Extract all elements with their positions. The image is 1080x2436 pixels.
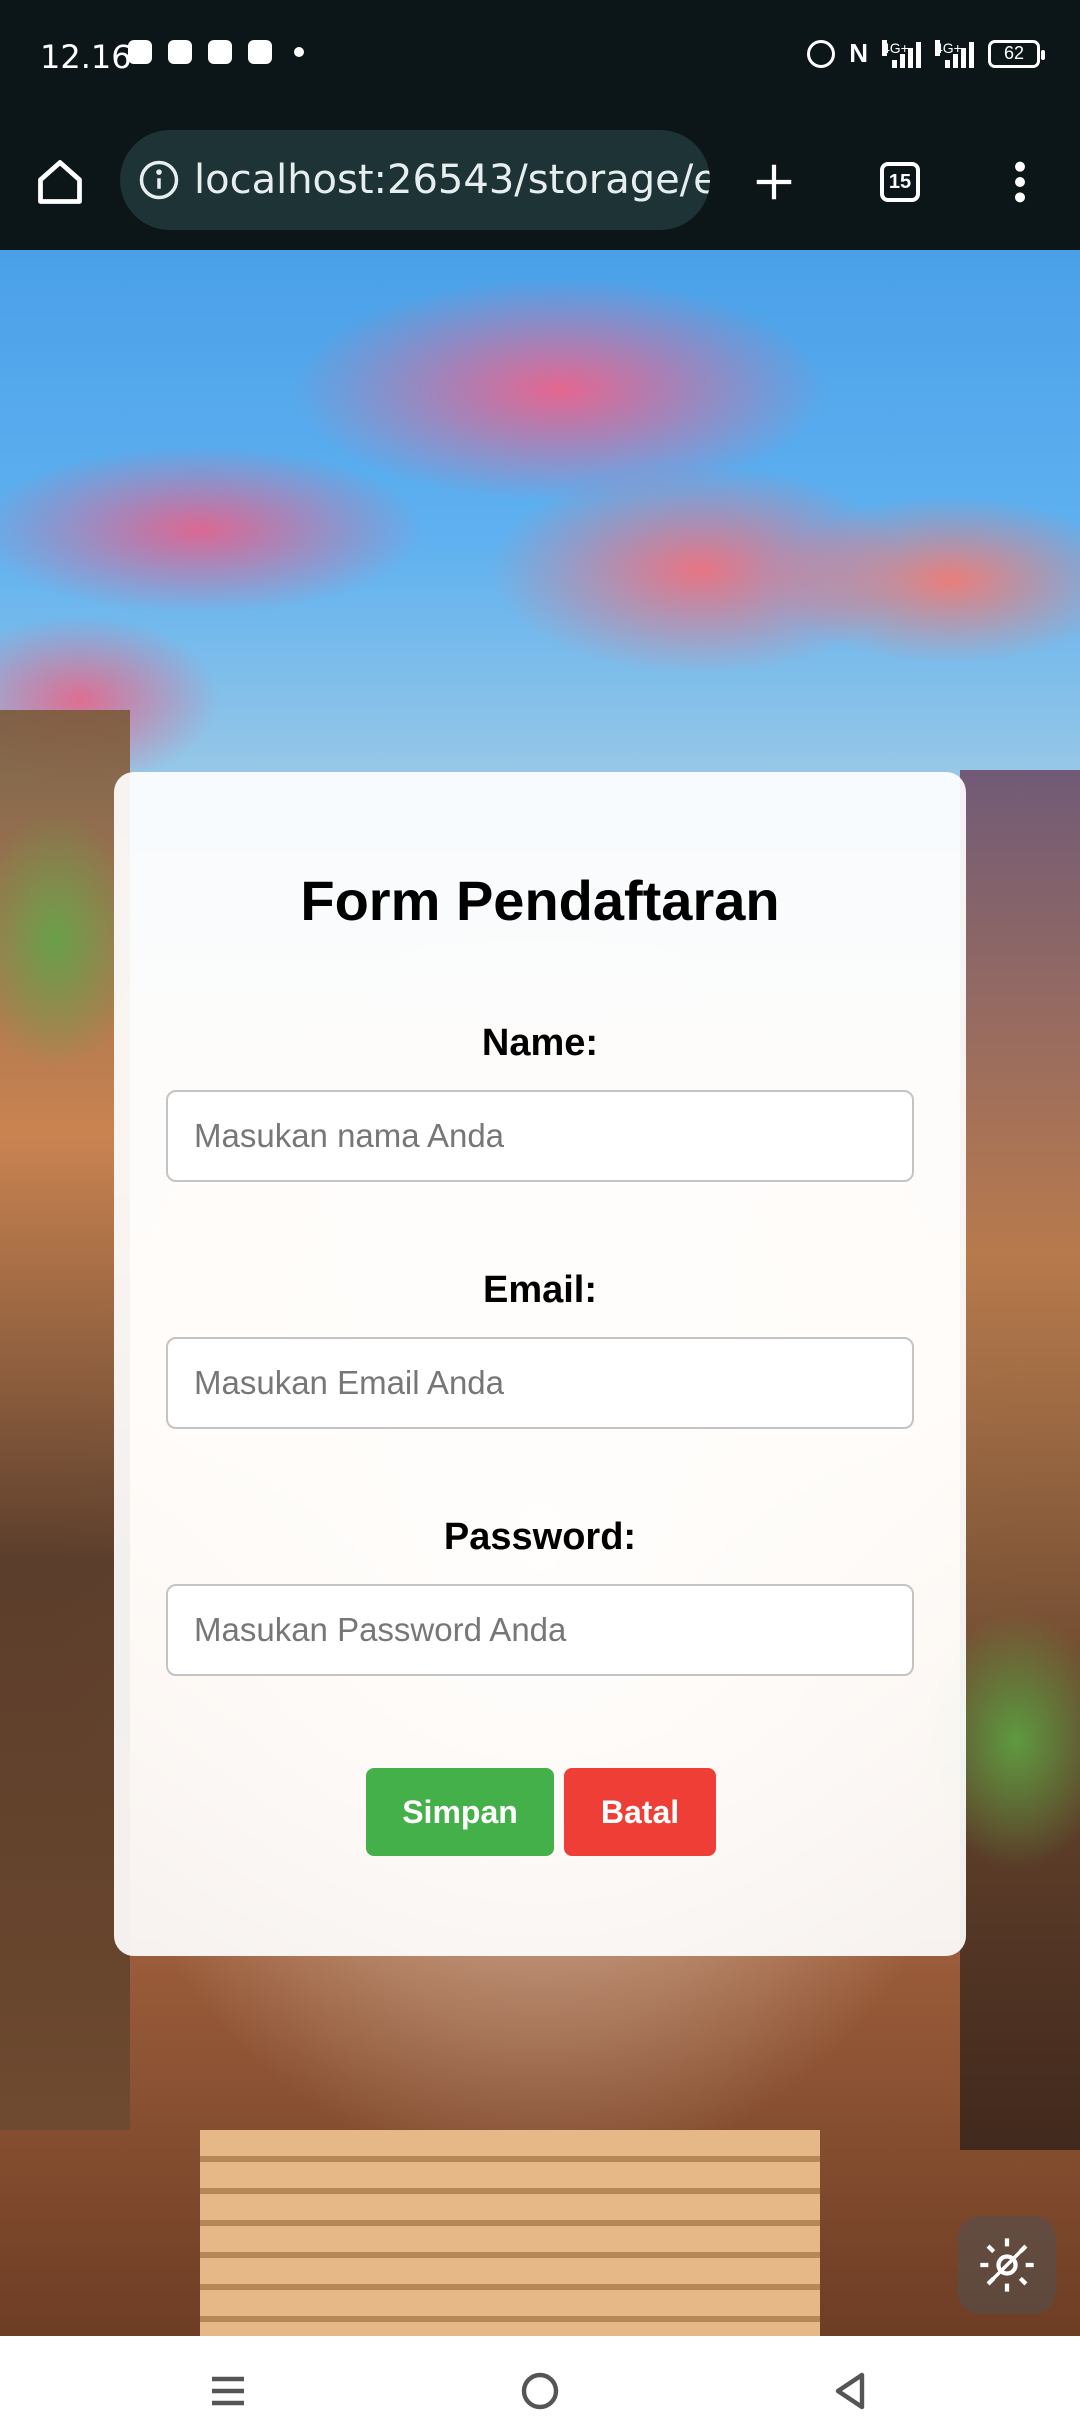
alarm-icon [807,39,836,68]
password-label: Password: [443,1516,637,1558]
home-circle-icon[interactable] [510,2366,570,2416]
signal-icon: 4G+ [935,39,974,68]
battery-icon: 62 [988,39,1045,68]
background-building-right [960,770,1080,2150]
more-notifications-dot-icon [294,47,304,57]
email-label: Email: [482,1269,598,1311]
address-bar[interactable]: localhost:26543/storage/em [120,130,710,230]
status-time: 12.16 [40,38,132,76]
chat-notification-icon [128,40,152,64]
menu-icon[interactable] [198,2366,258,2416]
browser-toolbar: localhost:26543/storage/em 15 [0,120,1080,250]
network-type-label: 4G+ [935,39,962,56]
info-icon[interactable] [138,159,180,201]
background-stairs [200,2130,820,2336]
name-label: Name: [481,1022,599,1064]
web-viewport: Form Pendaftaran Name: Email: Password: … [0,250,1080,2336]
email-input[interactable] [166,1337,914,1429]
settings-fab[interactable] [958,2216,1056,2314]
registration-form-card: Form Pendaftaran Name: Email: Password: … [114,772,966,1956]
nfc-icon: N [849,38,868,68]
status-bar: 12.16 N 4G+ 4G+ 62 [0,0,1080,120]
form-title: Form Pendaftaran [300,869,780,932]
notification-icons [128,40,304,64]
url-text: localhost:26543/storage/em [194,157,710,203]
back-icon[interactable] [820,2366,880,2416]
home-icon[interactable] [30,152,90,212]
bag-notification-icon [208,40,232,64]
password-input[interactable] [166,1584,914,1676]
name-input[interactable] [166,1090,914,1182]
status-right: N 4G+ 4G+ 62 [807,38,1045,69]
system-nav-bar [0,2336,1080,2436]
tab-count: 15 [880,162,920,202]
plus-icon[interactable] [744,152,804,212]
tabs-icon[interactable]: 15 [870,152,930,212]
cancel-button[interactable]: Batal [564,1768,716,1856]
signal-icon: 4G+ [882,39,921,68]
save-button[interactable]: Simpan [366,1768,554,1856]
more-vert-icon[interactable] [990,152,1050,212]
pay-notification-icon [248,40,272,64]
network-type-label: 4G+ [882,39,909,56]
message-notification-icon [168,40,192,64]
gear-icon [980,2238,1034,2292]
